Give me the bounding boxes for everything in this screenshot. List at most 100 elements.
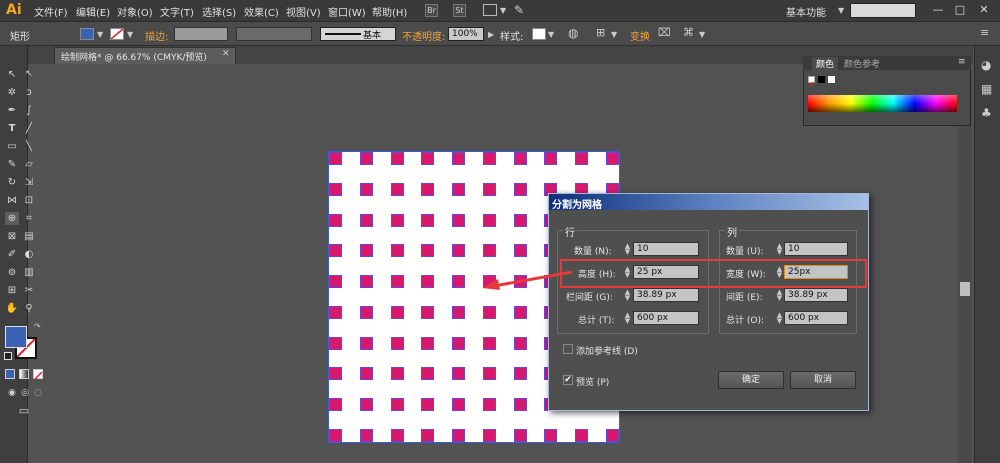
arrange-documents-icon[interactable] <box>483 4 497 16</box>
tab-color[interactable]: 颜色 <box>812 57 839 70</box>
grid-cell[interactable] <box>360 183 373 196</box>
grid-cell[interactable] <box>360 244 373 257</box>
cols-total-input[interactable]: 600 px <box>784 311 848 325</box>
artboard-tool-icon[interactable]: ⊞ <box>5 284 19 297</box>
width-tool-icon[interactable]: ⋈ <box>5 194 19 207</box>
minimize-button[interactable]: — <box>930 3 946 17</box>
swap-fill-stroke-icon[interactable]: ↷ <box>34 322 41 331</box>
document-tab[interactable]: 绘制网格* @ 66.67% (CMYK/预览) <box>54 47 236 64</box>
draw-normal-icon[interactable]: ◉ <box>5 387 19 400</box>
grid-cell[interactable] <box>391 337 404 350</box>
grid-cell[interactable] <box>544 152 557 165</box>
align-chevron-icon[interactable]: ▼ <box>611 30 617 39</box>
gradient-mode-icon[interactable] <box>19 369 29 379</box>
blend-tool-icon[interactable]: ◐ <box>22 248 36 261</box>
grid-cell[interactable] <box>329 244 342 257</box>
workspace-switcher[interactable]: 基本功能 <box>786 4 826 19</box>
white-swatch[interactable] <box>828 76 835 83</box>
grid-cell[interactable] <box>421 214 434 227</box>
scale-tool-icon[interactable]: ⇲ <box>22 176 36 189</box>
grid-cell[interactable] <box>421 275 434 288</box>
grid-cell[interactable] <box>606 152 619 165</box>
grid-cell[interactable] <box>421 152 434 165</box>
grid-cell[interactable] <box>483 214 496 227</box>
slice-tool-icon[interactable]: ✂ <box>22 284 36 297</box>
grid-cell[interactable] <box>483 306 496 319</box>
cols-count-input[interactable]: 10 <box>784 242 848 256</box>
cancel-button[interactable]: 取消 <box>790 371 856 389</box>
grid-cell[interactable] <box>391 429 404 442</box>
menu-effect[interactable]: 效果(C) <box>244 4 279 19</box>
tab-color-guide[interactable]: 颜色参考 <box>844 57 880 70</box>
cols-count-stepper[interactable]: ▲ ▼ <box>776 243 783 256</box>
grid-cell[interactable] <box>514 429 527 442</box>
zoom-tool-icon[interactable]: ⚲ <box>22 302 36 315</box>
grid-cell[interactable] <box>360 306 373 319</box>
grid-cell[interactable] <box>514 183 527 196</box>
select-similar-chevron-icon[interactable]: ▼ <box>699 30 705 39</box>
panel-menu-icon[interactable]: ≡ <box>980 26 989 39</box>
opacity-label[interactable]: 不透明度: <box>402 28 445 43</box>
paintbrush-tool-icon[interactable]: ╲ <box>22 140 36 153</box>
ok-button[interactable]: 确定 <box>718 371 784 389</box>
color-panel-icon[interactable]: ◕ <box>981 58 991 72</box>
grid-cell[interactable] <box>483 429 496 442</box>
grid-cell[interactable] <box>329 306 342 319</box>
mesh-tool-icon[interactable]: ⊠ <box>5 230 19 243</box>
grid-cell[interactable] <box>360 275 373 288</box>
grid-cell[interactable] <box>360 214 373 227</box>
menu-help[interactable]: 帮助(H) <box>372 4 407 19</box>
grid-cell[interactable] <box>514 152 527 165</box>
grid-cell[interactable] <box>329 275 342 288</box>
menu-select[interactable]: 选择(S) <box>202 4 236 19</box>
grid-cell[interactable] <box>329 214 342 227</box>
default-colors-icon[interactable] <box>4 352 12 360</box>
grid-cell[interactable] <box>544 429 557 442</box>
close-tab-icon[interactable]: ✕ <box>222 49 230 59</box>
stroke-chevron-icon[interactable]: ▼ <box>127 30 133 39</box>
brush-definition[interactable]: 基本 <box>320 27 396 41</box>
chevron-down-icon[interactable]: ▼ <box>500 6 506 15</box>
menu-view[interactable]: 视图(V) <box>286 4 321 19</box>
black-swatch[interactable] <box>818 76 825 83</box>
grid-cell[interactable] <box>329 429 342 442</box>
fill-color-swatch[interactable] <box>80 28 94 40</box>
stock-button[interactable]: St <box>453 4 466 17</box>
menu-object[interactable]: 对象(O) <box>117 4 153 19</box>
recolor-artwork-icon[interactable]: ◍ <box>568 26 578 40</box>
grid-cell[interactable] <box>483 152 496 165</box>
eraser-tool-icon[interactable]: ▱ <box>22 158 36 171</box>
fill-chevron-icon[interactable]: ▼ <box>97 30 103 39</box>
graphic-style-swatch[interactable] <box>532 28 546 40</box>
hand-tool-icon[interactable]: ✋ <box>5 302 19 315</box>
rows-gutter-input[interactable]: 38.89 px <box>633 288 699 302</box>
style-chevron-icon[interactable]: ▼ <box>548 30 554 39</box>
type-tool-icon[interactable]: T <box>5 122 19 135</box>
direct-selection-tool-icon[interactable]: ↖ <box>22 68 36 81</box>
add-guides-label[interactable]: 添加参考线 (D) <box>576 344 638 357</box>
cols-gutter-stepper[interactable]: ▲ ▼ <box>776 289 783 302</box>
selection-tool-icon[interactable]: ↖ <box>5 68 19 81</box>
grid-cell[interactable] <box>391 275 404 288</box>
grid-cell[interactable] <box>452 183 465 196</box>
grid-cell[interactable] <box>575 429 588 442</box>
grid-cell[interactable] <box>452 275 465 288</box>
shape-builder-tool-icon[interactable]: ⊕ <box>5 212 19 225</box>
grid-cell[interactable] <box>360 367 373 380</box>
grid-cell[interactable] <box>391 183 404 196</box>
fill-swatch[interactable] <box>5 326 27 348</box>
grid-cell[interactable] <box>360 337 373 350</box>
grid-cell[interactable] <box>452 244 465 257</box>
symbol-sprayer-tool-icon[interactable]: ⊚ <box>5 266 19 279</box>
grid-cell[interactable] <box>606 429 619 442</box>
search-input[interactable] <box>850 3 916 18</box>
preview-checkbox[interactable]: ✔ <box>563 375 573 385</box>
grid-cell[interactable] <box>391 367 404 380</box>
grid-cell[interactable] <box>391 152 404 165</box>
rows-total-stepper[interactable]: ▲ ▼ <box>624 312 631 325</box>
rows-count-input[interactable]: 10 <box>633 242 699 256</box>
grid-cell[interactable] <box>514 244 527 257</box>
grid-cell[interactable] <box>360 398 373 411</box>
draw-behind-icon[interactable]: ◎ <box>18 387 32 400</box>
maximize-button[interactable]: □ <box>952 3 968 17</box>
